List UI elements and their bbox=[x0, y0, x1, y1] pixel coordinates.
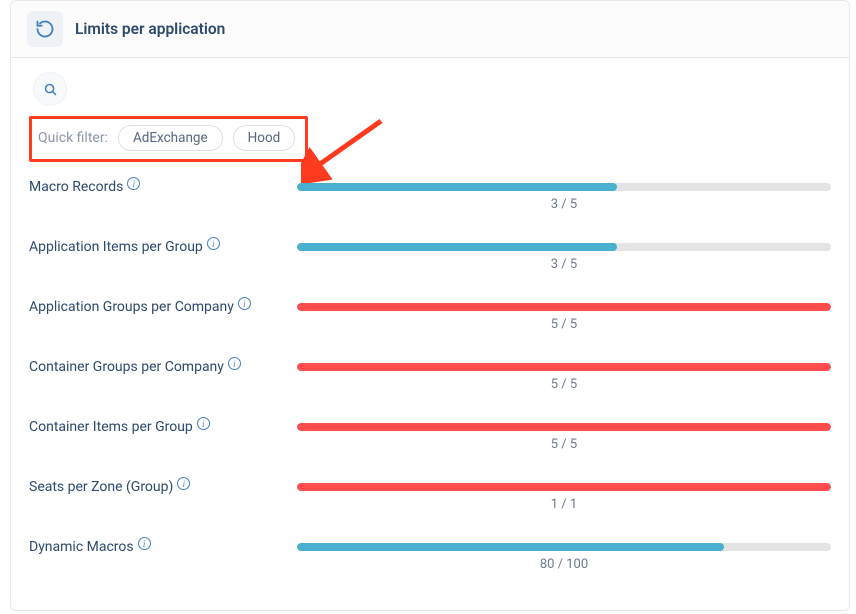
limits-list: Macro Records i 3 / 5 Application Items … bbox=[29, 180, 831, 572]
limit-bar-column: 5 / 5 bbox=[297, 300, 831, 332]
progress-track bbox=[297, 483, 831, 491]
progress-fill bbox=[297, 483, 831, 491]
info-icon[interactable]: i bbox=[238, 297, 251, 310]
quick-filter-chip-adexchange[interactable]: AdExchange bbox=[118, 125, 223, 151]
panel-title: Limits per application bbox=[75, 20, 225, 38]
info-icon[interactable]: i bbox=[197, 417, 210, 430]
info-icon[interactable]: i bbox=[177, 477, 190, 490]
limit-label: Container Items per Group bbox=[29, 420, 193, 435]
search-icon bbox=[43, 82, 58, 97]
limit-count: 5 / 5 bbox=[297, 437, 831, 452]
info-icon[interactable]: i bbox=[138, 537, 151, 550]
limit-row: Application Groups per Company i 5 / 5 bbox=[29, 300, 831, 332]
progress-fill bbox=[297, 243, 617, 251]
progress-track bbox=[297, 303, 831, 311]
limit-bar-column: 3 / 5 bbox=[297, 180, 831, 212]
limit-label-wrap: Container Groups per Company i bbox=[29, 360, 289, 375]
progress-fill bbox=[297, 543, 724, 551]
progress-track bbox=[297, 543, 831, 551]
limit-bar-column: 1 / 1 bbox=[297, 480, 831, 512]
limit-label-wrap: Macro Records i bbox=[29, 180, 289, 195]
limit-bar-column: 5 / 5 bbox=[297, 420, 831, 452]
limit-count: 80 / 100 bbox=[297, 557, 831, 572]
panel-body: Quick filter: AdExchange Hood Macro Reco… bbox=[11, 58, 849, 610]
limit-count: 1 / 1 bbox=[297, 497, 831, 512]
search-button[interactable] bbox=[33, 72, 67, 106]
limit-label: Application Groups per Company bbox=[29, 300, 234, 315]
limit-row: Application Items per Group i 3 / 5 bbox=[29, 240, 831, 272]
limit-label: Dynamic Macros bbox=[29, 540, 134, 555]
info-icon[interactable]: i bbox=[127, 177, 140, 190]
header-icon-wrap bbox=[27, 11, 63, 47]
info-icon[interactable]: i bbox=[207, 237, 220, 250]
progress-fill bbox=[297, 303, 831, 311]
limit-row: Macro Records i 3 / 5 bbox=[29, 180, 831, 212]
limit-label: Seats per Zone (Group) bbox=[29, 480, 173, 495]
info-icon[interactable]: i bbox=[228, 357, 241, 370]
limit-label-wrap: Application Groups per Company i bbox=[29, 300, 289, 315]
limit-bar-column: 80 / 100 bbox=[297, 540, 831, 572]
limit-label: Application Items per Group bbox=[29, 240, 203, 255]
limit-count: 3 / 5 bbox=[297, 197, 831, 212]
progress-track bbox=[297, 243, 831, 251]
progress-fill bbox=[297, 423, 831, 431]
progress-track bbox=[297, 423, 831, 431]
refresh-icon bbox=[35, 19, 55, 39]
annotation-arrow-icon bbox=[301, 113, 391, 183]
limit-label: Macro Records bbox=[29, 180, 123, 195]
progress-track bbox=[297, 183, 831, 191]
limit-label: Container Groups per Company bbox=[29, 360, 224, 375]
quick-filter-label: Quick filter: bbox=[38, 130, 108, 146]
limit-count: 3 / 5 bbox=[297, 257, 831, 272]
quick-filter-area: Quick filter: AdExchange Hood bbox=[29, 116, 308, 162]
limit-row: Container Groups per Company i 5 / 5 bbox=[29, 360, 831, 392]
limit-label-wrap: Application Items per Group i bbox=[29, 240, 289, 255]
progress-fill bbox=[297, 183, 617, 191]
limit-label-wrap: Dynamic Macros i bbox=[29, 540, 289, 555]
limit-row: Seats per Zone (Group) i 1 / 1 bbox=[29, 480, 831, 512]
panel-header: Limits per application bbox=[11, 1, 849, 58]
limit-row: Container Items per Group i 5 / 5 bbox=[29, 420, 831, 452]
limit-label-wrap: Seats per Zone (Group) i bbox=[29, 480, 289, 495]
progress-fill bbox=[297, 363, 831, 371]
limit-count: 5 / 5 bbox=[297, 317, 831, 332]
progress-track bbox=[297, 363, 831, 371]
limit-bar-column: 3 / 5 bbox=[297, 240, 831, 272]
limit-label-wrap: Container Items per Group i bbox=[29, 420, 289, 435]
limit-count: 5 / 5 bbox=[297, 377, 831, 392]
limit-row: Dynamic Macros i 80 / 100 bbox=[29, 540, 831, 572]
limit-bar-column: 5 / 5 bbox=[297, 360, 831, 392]
quick-filter-chip-hood[interactable]: Hood bbox=[233, 125, 296, 151]
limits-panel: Limits per application Quick filter: AdE… bbox=[10, 0, 850, 611]
